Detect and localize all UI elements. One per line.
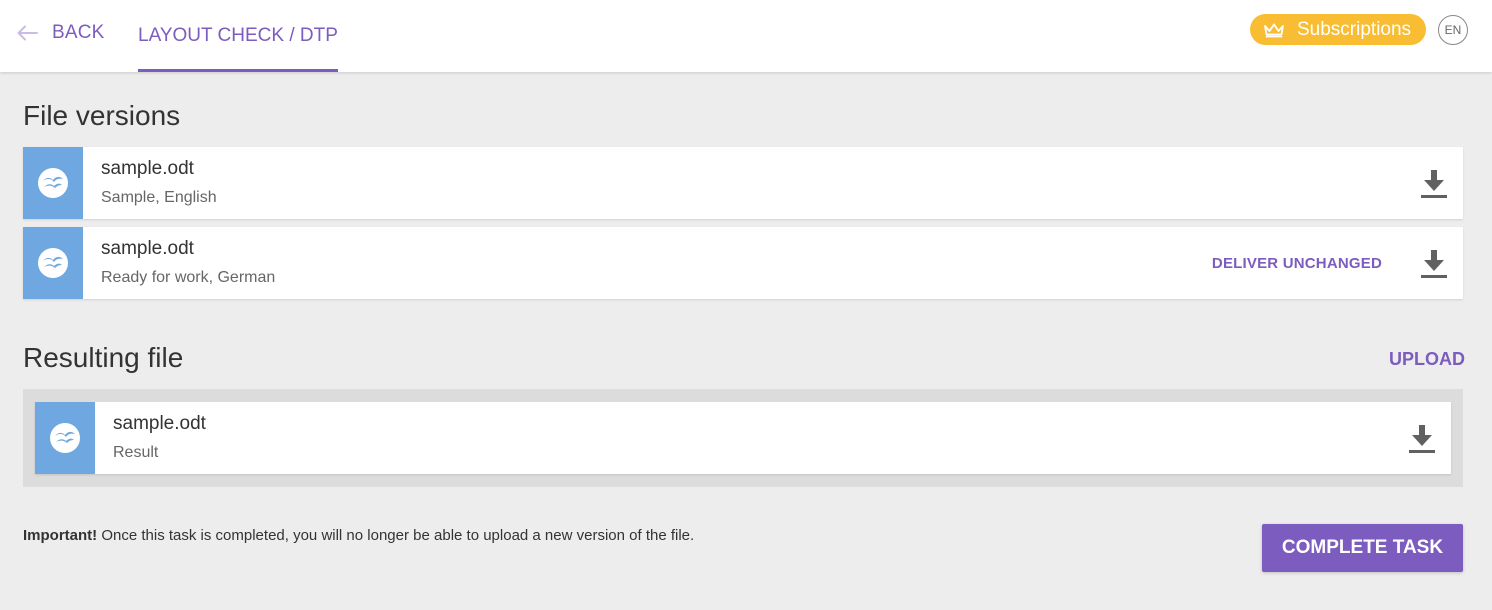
complete-task-button[interactable]: COMPLETE TASK [1262,524,1463,572]
openoffice-document-icon [38,168,68,198]
openoffice-document-icon [50,423,80,453]
file-name: sample.odt [101,158,194,179]
file-meta: Sample, English [101,189,217,206]
subscriptions-label: Subscriptions [1297,18,1412,40]
file-meta: Ready for work, German [101,269,276,286]
important-text: Once this task is completed, you will no… [97,527,695,544]
download-button[interactable] [1421,249,1447,279]
important-label: Important! [23,527,98,544]
deliver-unchanged-button[interactable]: DELIVER UNCHANGED [1212,255,1382,272]
important-note: Important! Once this task is completed, … [23,527,694,544]
file-name: sample.odt [113,413,206,434]
arrow-left-icon [17,25,38,41]
top-bar: BACK LAYOUT CHECK / DTP Subscriptions EN [0,0,1492,72]
back-label: BACK [52,22,105,43]
tab-label: LAYOUT CHECK / DTP [138,25,338,46]
file-type-box [23,227,83,299]
file-version-row: sample.odt Ready for work, German DELIVE… [23,227,1463,299]
download-button[interactable] [1409,424,1435,454]
language-selector[interactable]: EN [1438,15,1468,45]
back-button[interactable]: BACK [16,20,105,46]
crown-icon [1264,23,1284,37]
file-versions-title: File versions [23,100,181,131]
subscriptions-button[interactable]: Subscriptions [1250,14,1426,45]
file-name: sample.odt [101,238,194,259]
openoffice-document-icon [38,248,68,278]
file-version-row: sample.odt Sample, English [23,147,1463,219]
upload-button[interactable]: UPLOAD [1389,349,1465,370]
tab-active-indicator [138,69,338,72]
tab-layout-check[interactable]: LAYOUT CHECK / DTP [138,0,338,72]
file-type-box [35,402,95,474]
file-meta: Result [113,444,159,461]
file-type-box [23,147,83,219]
download-button[interactable] [1421,169,1447,199]
download-icon [1421,250,1447,278]
result-file-row: sample.odt Result [35,402,1451,474]
download-icon [1421,170,1447,198]
resulting-file-title: Resulting file [23,342,184,373]
download-icon [1409,425,1435,453]
